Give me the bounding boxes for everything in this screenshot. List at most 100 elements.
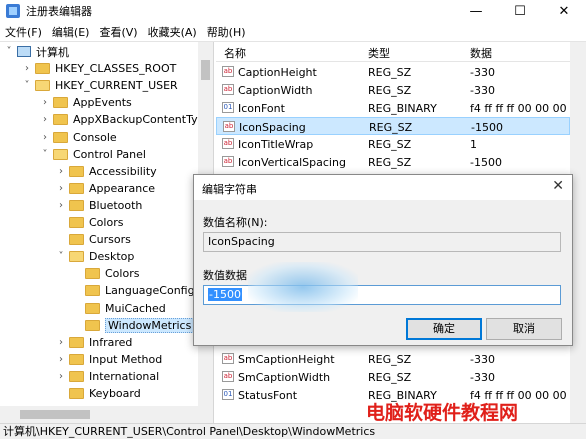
value-type: REG_SZ <box>368 156 412 169</box>
tree-node[interactable]: ˅ 计算机 <box>4 43 70 60</box>
tree-node[interactable]: › Appearance <box>56 180 155 197</box>
minimize-button[interactable]: — <box>454 0 498 22</box>
close-button[interactable]: ✕ <box>542 0 586 22</box>
chevron-down-icon[interactable]: ˅ <box>56 251 66 262</box>
string-value-icon: ab <box>223 121 235 132</box>
value-type: REG_SZ <box>368 353 412 366</box>
string-value-icon: ab <box>222 371 234 382</box>
tree-node[interactable]: › Input Method <box>56 351 162 368</box>
chevron-right-icon[interactable]: › <box>40 114 50 125</box>
tree-node[interactable]: › HKEY_CLASSES_ROOT <box>22 60 176 77</box>
maximize-button[interactable]: ☐ <box>498 0 542 22</box>
value-data: -330 <box>470 353 495 366</box>
value-data: -1500 <box>471 121 503 134</box>
tree-node[interactable]: ˅ Desktop <box>56 248 135 265</box>
folder-icon <box>35 63 50 75</box>
tree-node[interactable]: › Infrared <box>56 334 132 351</box>
chevron-right-icon[interactable]: › <box>56 371 66 382</box>
folder-icon <box>69 251 84 263</box>
value-type: REG_BINARY <box>368 102 437 115</box>
value-type: REG_SZ <box>368 84 412 97</box>
folder-icon <box>69 182 84 194</box>
column-data-header[interactable]: 数据 <box>470 45 492 61</box>
value-type: REG_SZ <box>368 66 412 79</box>
tree-node-label: Console <box>73 130 117 144</box>
value-data: -1500 <box>470 156 502 169</box>
chevron-right-icon[interactable]: › <box>56 354 66 365</box>
chevron-down-icon[interactable]: ˅ <box>22 80 32 91</box>
tree-node[interactable]: › Accessibility <box>56 163 157 180</box>
tree-node[interactable]: Cursors <box>56 231 131 248</box>
tree-node-label: Appearance <box>89 181 156 195</box>
tree-node[interactable]: ˅ HKEY_CURRENT_USER <box>22 77 178 94</box>
value-row[interactable]: ab IconTitleWrap REG_SZ 1 <box>216 135 570 153</box>
cancel-button[interactable]: 取消 <box>486 318 562 340</box>
tree-node[interactable]: LanguageConfigu <box>72 282 202 299</box>
chevron-right-icon[interactable]: › <box>22 63 32 74</box>
value-row[interactable]: ab IconVerticalSpacing REG_SZ -1500 <box>216 153 570 171</box>
regedit-app-icon <box>6 4 20 18</box>
column-type-header[interactable]: 类型 <box>368 45 390 61</box>
menu-edit[interactable]: 编辑(E) <box>47 24 95 40</box>
value-name: CaptionHeight <box>238 66 317 79</box>
menu-file[interactable]: 文件(F) <box>0 24 47 40</box>
folder-icon <box>85 302 100 314</box>
chevron-right-icon[interactable]: › <box>56 200 66 211</box>
tree-node-label: Colors <box>105 267 140 281</box>
tree-node[interactable]: ˅ Control Panel <box>40 146 146 163</box>
value-name: SmCaptionWidth <box>238 371 331 384</box>
value-row[interactable]: ab SmCaptionHeight REG_SZ -330 <box>216 350 570 368</box>
string-value-icon: ab <box>222 66 234 77</box>
chevron-down-icon[interactable]: ˅ <box>40 149 50 160</box>
value-name: IconFont <box>238 102 285 115</box>
blurred-overlay <box>248 262 358 312</box>
tree-node[interactable]: Keyboard <box>56 385 141 402</box>
chevron-right-icon[interactable]: › <box>56 166 66 177</box>
tree-node[interactable]: Colors <box>56 214 123 231</box>
value-row[interactable]: ab CaptionWidth REG_SZ -330 <box>216 81 570 99</box>
menu-view[interactable]: 查看(V) <box>94 24 142 40</box>
watermark-text: 电脑软硬件教程网 <box>366 402 519 424</box>
folder-icon <box>69 388 84 399</box>
folder-icon <box>53 97 68 109</box>
value-row[interactable]: ab IconSpacing REG_SZ -1500 <box>216 117 570 135</box>
tree-node[interactable]: › International <box>56 368 159 385</box>
value-data: f4 ff ff ff 00 00 00 00 <box>470 102 585 115</box>
value-name: StatusFont <box>238 389 298 402</box>
tree-node-label: Cursors <box>89 233 131 247</box>
ok-button[interactable]: 确定 <box>406 318 482 340</box>
tree-node[interactable]: › AppXBackupContentType <box>40 111 211 128</box>
tree-node[interactable]: › Console <box>40 129 117 146</box>
value-row[interactable]: 01 IconFont REG_BINARY f4 ff ff ff 00 00 00… <box>216 99 584 117</box>
tree-node[interactable]: Colors <box>72 265 139 282</box>
value-name: IconSpacing <box>239 121 306 134</box>
string-value-icon: ab <box>222 353 234 364</box>
tree-node[interactable]: › AppEvents <box>40 94 132 111</box>
dialog-close-icon[interactable]: ✕ <box>552 178 564 194</box>
tree-horizontal-scrollbar[interactable] <box>0 406 213 423</box>
value-row[interactable]: ab SmCaptionWidth REG_SZ -330 <box>216 368 570 386</box>
tree-node[interactable]: › Bluetooth <box>56 197 142 214</box>
value-data: -330 <box>470 371 495 384</box>
value-name: SmCaptionHeight <box>238 353 335 366</box>
chevron-right-icon[interactable]: › <box>40 97 50 108</box>
tree-node-label: Bluetooth <box>89 198 143 212</box>
window-title: 注册表编辑器 <box>26 5 92 18</box>
column-name-header[interactable]: 名称 <box>224 45 246 61</box>
chevron-down-icon[interactable]: ˅ <box>4 46 14 57</box>
tree-node-label: HKEY_CURRENT_USER <box>55 79 178 93</box>
status-bar-path: 计算机\HKEY_CURRENT_USER\Control Panel\Desk… <box>0 423 586 439</box>
chevron-right-icon[interactable]: › <box>56 183 66 194</box>
chevron-right-icon[interactable]: › <box>40 132 50 143</box>
tree-node[interactable]: WindowMetrics <box>72 317 195 334</box>
value-data: -330 <box>470 66 495 79</box>
menu-bar: 文件(F) 编辑(E) 查看(V) 收藏夹(A) 帮助(H) <box>0 22 586 42</box>
menu-help[interactable]: 帮助(H) <box>202 24 251 40</box>
menu-favorites[interactable]: 收藏夹(A) <box>143 24 202 40</box>
tree-node-label: LanguageConfigu <box>105 284 202 298</box>
folder-icon <box>69 217 84 228</box>
chevron-right-icon[interactable]: › <box>56 337 66 348</box>
registry-tree[interactable]: ˅ 计算机 › HKEY_CLASSES_ROOT ˅ HKEY_CURRENT_USER… <box>0 42 214 423</box>
tree-node[interactable]: MuiCached <box>72 300 166 317</box>
value-row[interactable]: ab CaptionHeight REG_SZ -330 <box>216 63 570 81</box>
